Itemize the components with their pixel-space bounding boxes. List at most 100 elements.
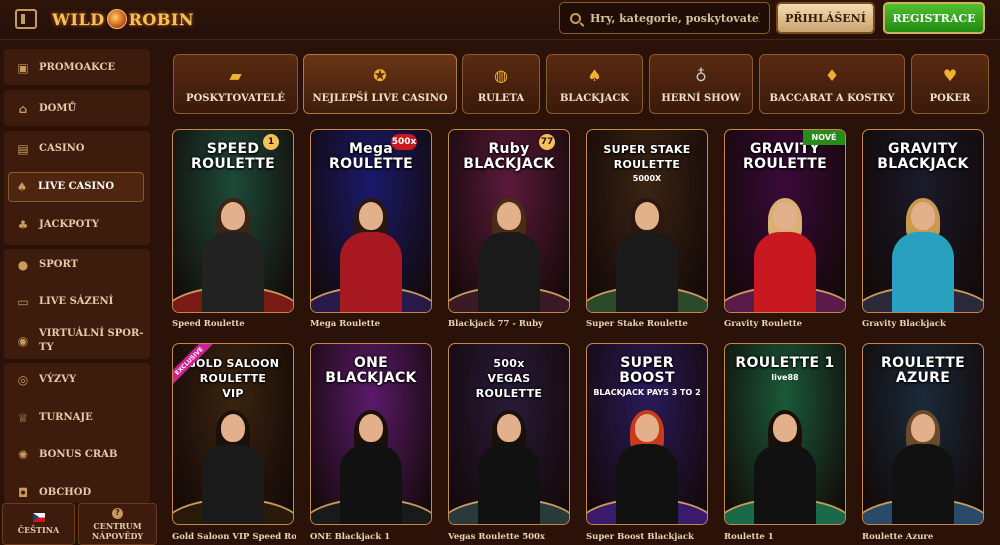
dealer-body (340, 232, 402, 312)
game-tile[interactable]: SUPER BOOST BLACKJACK PAYS 3 TO 2 (586, 343, 708, 525)
sidebar-toggle-icon[interactable] (15, 9, 37, 29)
sidebar-item-live-sazeni[interactable]: ▭ LIVE SÁZENÍ (4, 286, 150, 318)
category-label: BLACKJACK (559, 93, 630, 104)
category-label: POKER (929, 93, 971, 104)
cards-icon: ♠ (16, 180, 28, 194)
dealer-image (884, 410, 962, 524)
crab-icon: ✺ (17, 448, 29, 462)
dealer-body (754, 444, 816, 524)
game-caption[interactable]: Mega Roulette (310, 319, 434, 329)
dealer-head (911, 414, 935, 442)
sidebar-item-label: LIVE SÁZENÍ (39, 296, 114, 307)
help-center-button[interactable]: ? CENTRUM NÁPOVĚDY (78, 503, 157, 545)
game-tile[interactable]: ROULETTE AZURE (862, 343, 984, 525)
game-caption[interactable]: Blackjack 77 - Ruby (448, 319, 572, 329)
microphone-icon: ♁ (695, 65, 707, 85)
login-button[interactable]: PŘIHLÁŠENÍ (776, 2, 875, 34)
game-tile[interactable]: GOLD SALOON ROULETTE VIP EXCLUSIVE (172, 343, 294, 525)
game-caption[interactable]: Super Boost Blackjack (586, 532, 710, 542)
game-tile[interactable]: ROULETTE 1 live88 (724, 343, 846, 525)
logo-text-left: WILD (52, 9, 105, 29)
game-tile[interactable]: GRAVITY BLACKJACK (862, 129, 984, 313)
sidebar-item-casino[interactable]: ▤ CASINO (4, 133, 150, 165)
game-caption[interactable]: Gravity Roulette (724, 319, 848, 329)
game-caption[interactable]: Speed Roulette (172, 319, 296, 329)
question-icon: ? (112, 507, 123, 519)
game-tile[interactable]: SUPER STAKE ROULETTE 5000X (586, 129, 708, 313)
search-box[interactable] (559, 2, 770, 34)
logo-text-right: ROBIN (128, 9, 194, 29)
dealer-body (478, 232, 540, 312)
dealer-head (635, 202, 659, 230)
dealer-body (478, 444, 540, 524)
game-subtitle: live88 (771, 373, 799, 382)
game-caption[interactable]: Super Stake Roulette (586, 319, 710, 329)
dealer-image (194, 410, 272, 524)
sidebar-item-bonus-crab[interactable]: ✺ BONUS CRAB (4, 439, 150, 471)
category-herni-show[interactable]: ♁ HERNÍ SHOW (649, 54, 753, 114)
game-caption[interactable]: ONE Blackjack 1 (310, 532, 434, 542)
sidebar-item-label: VIRTUÁLNÍ SPOR- TY (39, 327, 143, 355)
sidebar-item-promoakce[interactable]: ▣ PROMOAKCE (4, 52, 150, 84)
category-label: HERNÍ SHOW (661, 93, 741, 104)
live-tv-icon: ▭ (17, 295, 29, 309)
sidebar-item-turnaje[interactable]: ♕ TURNAJE (4, 402, 150, 434)
game-tile[interactable]: Ruby BLACKJACK 77 (448, 129, 570, 313)
game-badge: 1 (263, 134, 279, 150)
game-caption[interactable]: Gravity Blackjack (862, 319, 986, 329)
language-button[interactable]: ČEŠTINA (2, 503, 75, 545)
sidebar-item-sport[interactable]: ● SPORT (4, 249, 150, 281)
dealer-head (221, 202, 245, 230)
logo-emblem-icon (106, 9, 127, 29)
category-ruleta[interactable]: ◍ RULETA (462, 54, 540, 114)
language-label: ČEŠTINA (17, 525, 60, 535)
category-nejlepsi-live-casino[interactable]: ✪ NEJLEPŠÍ LIVE CASINO (303, 54, 457, 114)
game-caption[interactable]: Roulette Azure (862, 532, 986, 542)
sidebar-item-virtualni-sporty[interactable]: ◉ VIRTUÁLNÍ SPOR- TY (4, 324, 150, 358)
dealer-image (332, 410, 410, 524)
register-button[interactable]: REGISTRACE (883, 2, 985, 34)
search-input[interactable] (590, 11, 760, 25)
sidebar-item-domu[interactable]: ⌂ DOMŮ (4, 93, 150, 125)
game-logo-text: GRAVITY BLACKJACK (877, 141, 969, 172)
sidebar-item-vyzvy[interactable]: ◎ VÝZVY (4, 364, 150, 396)
category-baccarat-a-kostky[interactable]: ♦ BACCARAT A KOSTKY (759, 54, 905, 114)
dealer-head (773, 202, 797, 230)
category-label: BACCARAT A KOSTKY (769, 93, 895, 104)
game-tile[interactable]: 500x VEGAS ROULETTE (448, 343, 570, 525)
book-icon: ▰ (229, 65, 242, 85)
sidebar-item-label-line1: VIRTUÁLNÍ SPOR- (39, 328, 144, 339)
game-caption[interactable]: Roulette 1 (724, 532, 848, 542)
dealer-head (911, 202, 935, 230)
game-subtitle: 5000X (632, 174, 662, 183)
dealer-head (635, 414, 659, 442)
category-blackjack[interactable]: ♠ BLACKJACK (546, 54, 643, 114)
game-caption[interactable]: Vegas Roulette 500x (448, 532, 572, 542)
sidebar-item-live-casino[interactable]: ♠ LIVE CASINO (8, 172, 144, 202)
game-tile[interactable]: ONE BLACKJACK (310, 343, 432, 525)
category-poskytovatele[interactable]: ▰ POSKYTOVATELÉ (173, 54, 298, 114)
new-badge: NOVÉ (803, 130, 845, 145)
category-poker[interactable]: ♥ POKER (911, 54, 989, 114)
dealer-image (470, 410, 548, 524)
game-tile[interactable]: SPEED ROULETTE 1 (172, 129, 294, 313)
game-tile[interactable]: Mega ROULETTE 500x (310, 129, 432, 313)
star-medal-icon: ✪ (373, 65, 387, 85)
sidebar-item-label: DOMŮ (39, 103, 77, 114)
poker-cards-icon: ♥ (942, 65, 958, 85)
sidebar-item-label: CASINO (39, 143, 85, 154)
sidebar-item-label: VÝZVY (39, 374, 77, 385)
sidebar-item-jackpoty[interactable]: ♣ JACKPOTY (4, 209, 150, 241)
game-tile[interactable]: GRAVITY ROULETTE NOVÉ (724, 129, 846, 313)
game-caption[interactable]: Gold Saloon VIP Speed Roulette (172, 532, 296, 542)
dealer-image (194, 198, 272, 312)
dealer-image (608, 198, 686, 312)
virtual-sports-icon: ◉ (17, 334, 29, 348)
soccer-ball-icon: ● (17, 258, 29, 272)
site-logo[interactable]: WILD ROBIN (52, 6, 194, 32)
sidebar-item-label: PROMOAKCE (39, 62, 116, 73)
sidebar-item-label: BONUS CRAB (39, 449, 118, 460)
top-header: WILD ROBIN PŘIHLÁŠENÍ REGISTRACE (0, 0, 1000, 40)
dealer-image (884, 198, 962, 312)
game-logo-text: ROULETTE 1 (735, 355, 835, 371)
